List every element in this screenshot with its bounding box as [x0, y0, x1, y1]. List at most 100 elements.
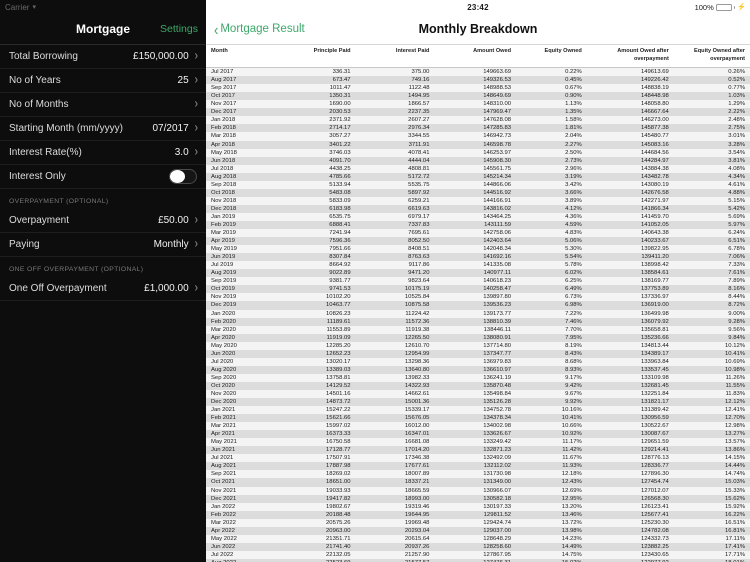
table-header-row: Month Principle Paid Interest Paid Amoun… [206, 45, 750, 69]
form-row-one-off-overpayment[interactable]: One Off Overpayment £1,000.00 › [0, 277, 206, 301]
table-row[interactable]: Oct 2021 18651.00 18337.21 131349.00 12.43% 1… [206, 478, 750, 487]
table-row[interactable]: Jul 2022 22132.05 21257.90 127867.95 14.75% 1… [206, 550, 750, 559]
table-cell: 4444.04 [408, 157, 430, 164]
table-row[interactable]: Jan 2020 10826.23 11224.42 139173.77 7.22% 13… [206, 309, 750, 318]
table-cell: 125230.30 [640, 519, 669, 526]
table-cell: 16012.00 [404, 423, 430, 430]
table-row[interactable]: Sep 2019 9381.77 9823.64 140618.23 6.25% 1381… [206, 277, 750, 286]
table-row[interactable]: May 2020 12285.20 12610.70 137714.80 8.19% 13… [206, 341, 750, 350]
table-cell: 3.81% [728, 157, 745, 164]
table-row[interactable]: Oct 2017 1350.31 1494.95 148649.69 0.90% 1484… [206, 92, 750, 101]
table-row[interactable]: Apr 2020 11919.09 12265.50 138080.91 7.95% 13… [206, 333, 750, 342]
table-row[interactable]: May 2019 7951.66 8408.51 142048.34 5.30% 1398… [206, 245, 750, 254]
table-cell: 12.43% [561, 479, 582, 486]
table-row[interactable]: Jan 2021 15247.22 15339.17 134752.78 10.16% 1… [206, 406, 750, 415]
table-cell: 12.12% [725, 399, 745, 406]
table-row[interactable]: May 2018 3746.03 4078.41 146253.97 2.50% 1446… [206, 148, 750, 157]
table-row[interactable]: Aug 2017 673.47 749.16 149326.53 0.45% 149226… [206, 76, 750, 85]
table-cell: 13.20% [561, 503, 582, 510]
table-row[interactable]: Mar 2022 20575.26 19969.48 129424.74 13.72% 1… [206, 518, 750, 527]
table-row[interactable]: Dec 2021 19417.82 18993.00 130582.18 12.95% 1… [206, 494, 750, 503]
table-cell: 336.31 [332, 69, 351, 76]
table-row[interactable]: Sep 2020 13758.81 13982.33 136241.19 9.17% 13… [206, 373, 750, 382]
table-cell: 15676.05 [404, 415, 430, 422]
table-row[interactable]: May 2022 21351.71 20615.64 128648.29 14.23% 1… [206, 534, 750, 543]
table-row[interactable]: Dec 2020 14873.72 15001.36 135126.28 9.92% 13… [206, 398, 750, 407]
form-row-no-of-years[interactable]: No of Years 25 › [0, 69, 206, 93]
table-row[interactable]: Nov 2017 1690.00 1866.57 148310.00 1.13% 1480… [206, 100, 750, 109]
table-row[interactable]: Aug 2020 13389.03 13640.80 136610.97 8.93% 13… [206, 365, 750, 374]
settings-button[interactable]: Settings [160, 23, 198, 35]
table-cell: 134389.17 [640, 350, 669, 357]
table-row[interactable]: Oct 2018 5483.08 5897.92 144516.92 3.66% 1426… [206, 188, 750, 197]
table-row[interactable]: Jul 2019 8664.92 9117.86 141335.08 5.78% 1389… [206, 261, 750, 270]
table-row[interactable]: Nov 2018 5833.09 6259.21 144166.91 3.89% 1422… [206, 196, 750, 205]
form-row-total-borrowing[interactable]: Total Borrowing £150,000.00 › [0, 45, 206, 69]
table-row[interactable]: Aug 2021 17887.98 17677.61 132112.02 11.93% 1… [206, 462, 750, 471]
breakdown-table-scroll[interactable]: Month Principle Paid Interest Paid Amoun… [206, 45, 750, 562]
table-cell: 133537.45 [640, 366, 669, 373]
table-cell: 130522.67 [640, 423, 669, 430]
table-row[interactable]: Feb 2018 2714.17 2976.34 147285.83 1.81% 1458… [206, 124, 750, 133]
table-cell: 20937.26 [404, 543, 430, 550]
table-row[interactable]: Jan 2018 2371.92 2607.27 147628.08 1.58% 1462… [206, 116, 750, 125]
table-row[interactable]: Jul 2017 336.31 375.00 149663.69 0.22% 149613… [206, 67, 750, 77]
form-row-paying[interactable]: Paying Monthly › [0, 233, 206, 257]
table-cell: 130956.59 [640, 415, 669, 422]
table-row[interactable]: Apr 2021 16373.33 16347.01 133626.67 10.92% 1… [206, 430, 750, 439]
interest-only-toggle[interactable] [169, 169, 197, 184]
table-row[interactable]: Jul 2020 13020.17 13298.36 136979.83 8.68% 13… [206, 357, 750, 366]
table-row[interactable]: Feb 2022 20188.48 19644.95 129811.52 13.46% 1… [206, 510, 750, 519]
table-row[interactable]: May 2021 16750.58 16681.08 133249.42 11.17% 1… [206, 438, 750, 447]
chevron-right-icon: › [194, 49, 198, 63]
table-row[interactable]: Jun 2020 12652.23 12954.99 137347.77 8.43% 13… [206, 349, 750, 358]
table-row[interactable]: Dec 2019 10463.77 10875.58 139536.23 6.98% 13… [206, 301, 750, 310]
table-row[interactable]: Mar 2019 7241.94 7695.61 142758.06 4.83% 1406… [206, 229, 750, 238]
table-row[interactable]: Oct 2019 9741.53 10175.19 140258.47 6.49% 137… [206, 285, 750, 294]
table-row[interactable]: Dec 2017 2030.53 2237.35 147969.47 1.35% 1466… [206, 108, 750, 117]
table-row[interactable]: Oct 2020 14129.52 14322.93 135870.48 9.42% 13… [206, 381, 750, 390]
table-row[interactable]: Nov 2019 10102.20 10525.84 139897.80 6.73% 13… [206, 293, 750, 302]
table-cell: 147628.08 [483, 117, 512, 124]
form-row-overpayment[interactable]: Overpayment £50.00 › [0, 209, 206, 233]
table-cell: 2030.53 [329, 109, 351, 116]
table-row[interactable]: Apr 2018 3401.22 3711.91 146598.78 2.27% 1450… [206, 140, 750, 149]
table-cell: 12610.70 [404, 342, 430, 349]
form-row-interest-rate[interactable]: Interest Rate(%) 3.0 › [0, 141, 206, 165]
mortgage-form-list[interactable]: Total Borrowing £150,000.00 › No of Year… [0, 45, 206, 304]
table-row[interactable]: Nov 2021 19033.93 18665.59 130966.07 12.69% 1… [206, 486, 750, 495]
table-row[interactable]: Apr 2022 20963.00 20293.04 129037.00 13.98% 1… [206, 526, 750, 535]
table-row[interactable]: Jun 2018 4091.70 4444.04 145908.30 2.73% 1442… [206, 156, 750, 165]
form-row-starting-month[interactable]: Starting Month (mm/yyyy) 07/2017 › [0, 117, 206, 141]
table-row[interactable]: Jul 2018 4438.25 4808.81 145561.75 2.96% 1438… [206, 164, 750, 173]
form-row-interest-only[interactable]: Interest Only [0, 165, 206, 189]
table-row[interactable]: Nov 2020 14501.16 14662.61 135498.84 9.67% 13… [206, 389, 750, 399]
table-cell: Aug 2018 [211, 173, 237, 180]
row-label: Overpayment [9, 215, 70, 226]
table-row[interactable]: Mar 2018 3057.27 3344.55 146942.73 2.04% 1454… [206, 132, 750, 141]
table-cell: 16373.33 [326, 431, 351, 438]
form-row-no-of-months[interactable]: No of Months › [0, 93, 206, 117]
table-cell: Jul 2021 [211, 455, 234, 462]
table-row[interactable]: Feb 2021 15621.66 15676.05 134378.34 10.41% 1… [206, 414, 750, 423]
table-row[interactable]: Sep 2021 18269.02 18007.89 131730.98 12.18% 1… [206, 470, 750, 479]
table-row[interactable]: Mar 2021 15997.02 16012.00 134002.98 10.66% 1… [206, 422, 750, 431]
table-row[interactable]: Jun 2021 17128.77 17014.20 132871.23 11.42% 1… [206, 446, 750, 455]
table-row[interactable]: Aug 2018 4785.66 5172.72 145214.34 3.19% 1434… [206, 172, 750, 181]
table-row[interactable]: Mar 2020 11553.89 11919.38 138446.11 7.70% 13… [206, 325, 750, 334]
table-row[interactable]: Sep 2018 5133.94 5535.75 144866.06 3.42% 1430… [206, 180, 750, 189]
table-row[interactable]: Jul 2021 17507.91 17346.38 132492.09 11.67% 1… [206, 454, 750, 463]
table-row[interactable]: Aug 2019 9022.89 9471.20 140977.11 6.02% 1385… [206, 269, 750, 278]
table-row[interactable]: Jun 2022 21741.40 20937.26 128258.60 14.49% 1… [206, 542, 750, 551]
table-row[interactable]: Apr 2019 7596.36 8052.50 142403.64 5.06% 1402… [206, 237, 750, 246]
table-cell: Nov 2018 [211, 197, 237, 204]
table-row[interactable]: Feb 2019 6888.41 7337.83 143111.59 4.59% 1410… [206, 220, 750, 230]
table-row[interactable]: Jan 2022 19802.67 19319.46 130197.33 13.20% 1… [206, 502, 750, 511]
table-row[interactable]: Sep 2017 1011.47 1122.48 148988.53 0.67% 1488… [206, 84, 750, 93]
table-cell: 6.02% [565, 270, 582, 277]
table-row[interactable]: Feb 2020 11189.61 11572.36 138810.39 7.46% 13… [206, 317, 750, 326]
table-row[interactable]: Jan 2019 6535.75 6979.17 143464.25 4.36% 1414… [206, 212, 750, 221]
table-cell: 3711.91 [408, 141, 430, 148]
table-row[interactable]: Jun 2019 8307.84 8763.63 141692.16 5.54% 1394… [206, 253, 750, 262]
table-row[interactable]: Dec 2018 6183.98 6619.63 143816.02 4.12% 1418… [206, 204, 750, 213]
